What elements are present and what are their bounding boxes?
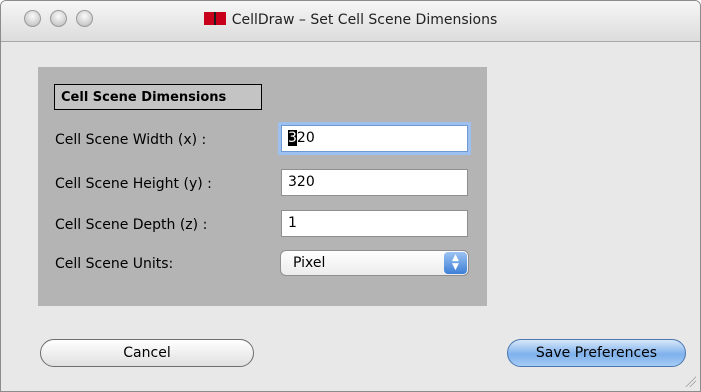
cancel-button[interactable]: Cancel (40, 339, 254, 367)
height-label: Cell Scene Height (y) : (55, 176, 212, 192)
resize-grip-icon[interactable] (684, 375, 696, 387)
up-down-arrows-icon: ▲ ▼ (444, 252, 467, 274)
text-cursor: 3 (288, 130, 297, 146)
units-selected-value: Pixel (293, 255, 326, 271)
depth-label: Cell Scene Depth (z) : (55, 217, 208, 233)
save-preferences-button[interactable]: Save Preferences (507, 339, 686, 367)
window-title: CellDraw – Set Cell Scene Dimensions (231, 12, 498, 28)
depth-input[interactable]: 1 (281, 210, 468, 237)
width-label: Cell Scene Width (x) : (55, 132, 207, 148)
dialog-window: CellDraw – Set Cell Scene Dimensions Cel… (0, 0, 701, 392)
units-select[interactable]: Pixel ▲ ▼ (280, 250, 469, 276)
height-input[interactable]: 320 (281, 169, 468, 196)
width-input-rest: 20 (296, 130, 315, 146)
window-title-container: CellDraw – Set Cell Scene Dimensions (1, 12, 700, 28)
units-label: Cell Scene Units: (55, 256, 174, 272)
celldraw-app-icon (203, 12, 226, 25)
title-bar[interactable]: CellDraw – Set Cell Scene Dimensions (1, 1, 700, 42)
dimensions-panel: Cell Scene Dimensions Cell Scene Width (… (38, 67, 487, 306)
width-input[interactable]: 320 (281, 125, 468, 152)
panel-title: Cell Scene Dimensions (54, 84, 262, 110)
